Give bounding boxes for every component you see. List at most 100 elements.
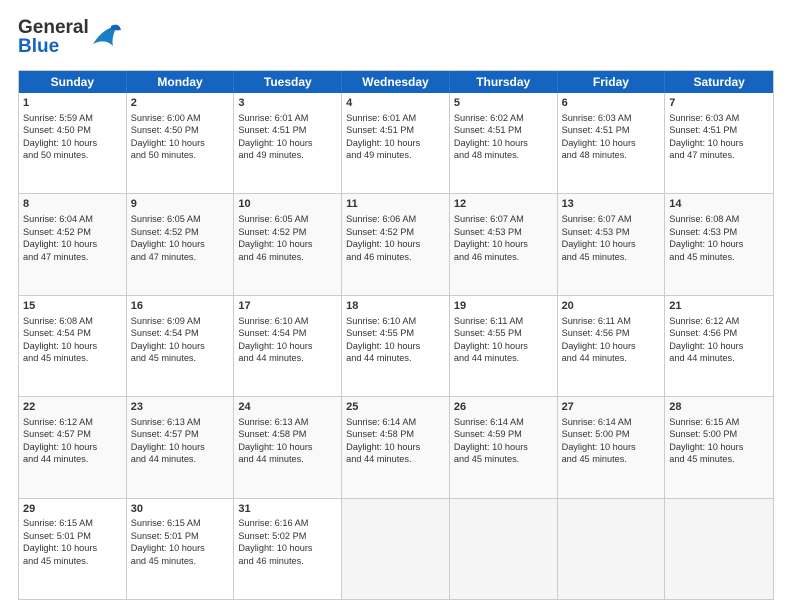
calendar-body: 1Sunrise: 5:59 AMSunset: 4:50 PMDaylight… [19,93,773,599]
day-info-line: Daylight: 10 hours [23,340,122,352]
day-info-line: Daylight: 10 hours [23,137,122,149]
day-info-line: Sunrise: 6:05 AM [131,213,230,225]
day-info-line: Daylight: 10 hours [669,137,769,149]
day-info-line: Daylight: 10 hours [454,441,553,453]
logo: General Blue [18,18,121,60]
day-number: 18 [346,299,445,314]
empty-cell [342,499,450,599]
day-number: 24 [238,400,337,415]
day-info-line: and 44 minutes. [454,352,553,364]
day-number: 19 [454,299,553,314]
day-number: 20 [562,299,661,314]
day-info-line: and 44 minutes. [238,453,337,465]
day-cell-23: 23Sunrise: 6:13 AMSunset: 4:57 PMDayligh… [127,397,235,497]
header: General Blue [18,18,774,60]
page: General Blue SundayMondayTuesdayWednesda… [0,0,792,612]
day-cell-7: 7Sunrise: 6:03 AMSunset: 4:51 PMDaylight… [665,93,773,193]
day-info-line: Sunrise: 6:00 AM [131,112,230,124]
day-info-line: Sunrise: 6:11 AM [454,315,553,327]
day-info-line: Sunset: 4:59 PM [454,428,553,440]
day-number: 25 [346,400,445,415]
day-cell-22: 22Sunrise: 6:12 AMSunset: 4:57 PMDayligh… [19,397,127,497]
header-day-monday: Monday [127,71,235,93]
header-day-friday: Friday [558,71,666,93]
day-cell-31: 31Sunrise: 6:16 AMSunset: 5:02 PMDayligh… [234,499,342,599]
day-info-line: and 45 minutes. [669,453,769,465]
day-info-line: Sunset: 4:54 PM [23,327,122,339]
day-info-line: Sunset: 4:53 PM [669,226,769,238]
day-info-line: Sunrise: 6:01 AM [238,112,337,124]
day-cell-27: 27Sunrise: 6:14 AMSunset: 5:00 PMDayligh… [558,397,666,497]
day-number: 6 [562,96,661,111]
day-info-line: and 44 minutes. [562,352,661,364]
day-info-line: Daylight: 10 hours [238,542,337,554]
empty-cell [665,499,773,599]
day-info-line: Sunrise: 6:04 AM [23,213,122,225]
day-info-line: and 47 minutes. [669,149,769,161]
day-number: 17 [238,299,337,314]
day-info-line: and 44 minutes. [669,352,769,364]
day-number: 29 [23,502,122,517]
day-info-line: Sunrise: 6:09 AM [131,315,230,327]
day-info-line: Sunrise: 6:14 AM [346,416,445,428]
day-info-line: and 45 minutes. [131,555,230,567]
day-number: 23 [131,400,230,415]
day-info-line: and 46 minutes. [238,251,337,263]
day-info-line: Daylight: 10 hours [131,137,230,149]
day-cell-29: 29Sunrise: 6:15 AMSunset: 5:01 PMDayligh… [19,499,127,599]
day-cell-20: 20Sunrise: 6:11 AMSunset: 4:56 PMDayligh… [558,296,666,396]
day-cell-2: 2Sunrise: 6:00 AMSunset: 4:50 PMDaylight… [127,93,235,193]
day-info-line: Sunset: 4:57 PM [131,428,230,440]
day-info-line: Daylight: 10 hours [131,238,230,250]
calendar-row-2: 8Sunrise: 6:04 AMSunset: 4:52 PMDaylight… [19,194,773,295]
day-info-line: and 44 minutes. [23,453,122,465]
day-info-line: and 45 minutes. [669,251,769,263]
header-day-thursday: Thursday [450,71,558,93]
day-info-line: Sunrise: 6:10 AM [346,315,445,327]
day-info-line: Daylight: 10 hours [562,340,661,352]
day-cell-13: 13Sunrise: 6:07 AMSunset: 4:53 PMDayligh… [558,194,666,294]
day-number: 7 [669,96,769,111]
day-info-line: Sunset: 4:57 PM [23,428,122,440]
day-info-line: and 47 minutes. [131,251,230,263]
day-info-line: and 45 minutes. [131,352,230,364]
day-info-line: and 44 minutes. [131,453,230,465]
calendar-row-1: 1Sunrise: 5:59 AMSunset: 4:50 PMDaylight… [19,93,773,194]
day-info-line: Sunrise: 6:13 AM [238,416,337,428]
day-info-line: Sunrise: 6:15 AM [23,517,122,529]
day-info-line: Sunrise: 6:15 AM [131,517,230,529]
day-info-line: Daylight: 10 hours [238,137,337,149]
day-info-line: Daylight: 10 hours [238,340,337,352]
day-number: 3 [238,96,337,111]
day-info-line: Daylight: 10 hours [346,340,445,352]
day-cell-19: 19Sunrise: 6:11 AMSunset: 4:55 PMDayligh… [450,296,558,396]
day-info-line: Sunset: 4:53 PM [454,226,553,238]
day-info-line: Sunset: 4:54 PM [238,327,337,339]
day-info-line: and 46 minutes. [454,251,553,263]
day-info-line: and 45 minutes. [23,352,122,364]
day-number: 16 [131,299,230,314]
day-number: 13 [562,197,661,212]
day-number: 28 [669,400,769,415]
day-info-line: Sunrise: 6:07 AM [562,213,661,225]
day-info-line: Sunrise: 6:12 AM [23,416,122,428]
day-info-line: Daylight: 10 hours [454,137,553,149]
day-cell-26: 26Sunrise: 6:14 AMSunset: 4:59 PMDayligh… [450,397,558,497]
day-info-line: and 45 minutes. [23,555,122,567]
day-cell-11: 11Sunrise: 6:06 AMSunset: 4:52 PMDayligh… [342,194,450,294]
day-cell-10: 10Sunrise: 6:05 AMSunset: 4:52 PMDayligh… [234,194,342,294]
day-info-line: Daylight: 10 hours [23,441,122,453]
day-cell-9: 9Sunrise: 6:05 AMSunset: 4:52 PMDaylight… [127,194,235,294]
day-info-line: Sunset: 4:52 PM [131,226,230,238]
calendar-row-5: 29Sunrise: 6:15 AMSunset: 5:01 PMDayligh… [19,499,773,599]
day-cell-17: 17Sunrise: 6:10 AMSunset: 4:54 PMDayligh… [234,296,342,396]
calendar-row-4: 22Sunrise: 6:12 AMSunset: 4:57 PMDayligh… [19,397,773,498]
day-info-line: Daylight: 10 hours [131,340,230,352]
day-info-line: and 49 minutes. [238,149,337,161]
day-cell-4: 4Sunrise: 6:01 AMSunset: 4:51 PMDaylight… [342,93,450,193]
day-number: 27 [562,400,661,415]
day-info-line: and 44 minutes. [346,453,445,465]
day-info-line: and 46 minutes. [238,555,337,567]
day-info-line: Sunset: 5:00 PM [669,428,769,440]
day-info-line: Daylight: 10 hours [669,340,769,352]
